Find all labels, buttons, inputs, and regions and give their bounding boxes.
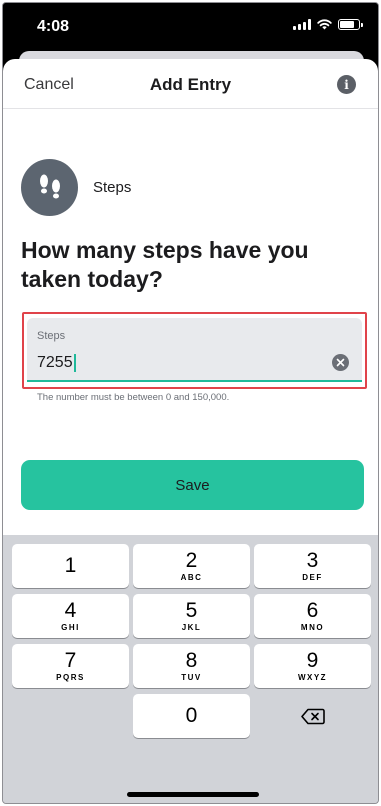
key-1[interactable]: 1 <box>12 544 129 588</box>
backspace-key[interactable] <box>254 694 371 738</box>
battery-icon <box>338 19 363 30</box>
backspace-icon <box>300 708 325 724</box>
clear-icon[interactable] <box>332 354 349 371</box>
key-2[interactable]: 2 ABC <box>133 544 250 588</box>
metric-avatar <box>21 159 78 216</box>
save-button[interactable]: Save <box>21 460 364 510</box>
key-8[interactable]: 8 TUV <box>133 644 250 688</box>
key-6[interactable]: 6 MNO <box>254 594 371 638</box>
add-entry-sheet: Cancel Add Entry i Steps How many steps … <box>3 59 378 803</box>
question-heading: How many steps have you taken today? <box>21 237 309 292</box>
numeric-keypad: 1 2 ABC 3 DEF 4 GHI 5 JKL 6 MNO 7 PQRS 8… <box>3 535 378 803</box>
phone-frame: 4:08 Cancel Add Entry i Steps How many s… <box>2 2 379 804</box>
key-7[interactable]: 7 PQRS <box>12 644 129 688</box>
key-5[interactable]: 5 JKL <box>133 594 250 638</box>
status-icons <box>293 19 363 30</box>
metric-header: Steps <box>21 159 131 216</box>
text-caret <box>74 354 76 372</box>
steps-input[interactable] <box>37 352 317 374</box>
steps-field-label: Steps <box>37 330 66 342</box>
cancel-button[interactable]: Cancel <box>24 76 74 94</box>
helper-text: The number must be between 0 and 150,000… <box>37 392 230 403</box>
key-3[interactable]: 3 DEF <box>254 544 371 588</box>
steps-field[interactable]: Steps <box>27 318 362 382</box>
key-0[interactable]: 0 <box>133 694 250 738</box>
nav-bar: Cancel Add Entry i <box>3 59 378 109</box>
status-bar: 4:08 <box>3 3 378 49</box>
status-time: 4:08 <box>37 18 70 35</box>
footprints-icon <box>39 174 60 198</box>
metric-label: Steps <box>93 179 132 196</box>
battery-level <box>340 21 354 28</box>
cellular-signal-icon <box>293 19 311 30</box>
home-indicator <box>127 792 259 797</box>
wifi-icon <box>317 19 332 30</box>
key-4[interactable]: 4 GHI <box>12 594 129 638</box>
info-icon[interactable]: i <box>337 75 356 94</box>
key-9[interactable]: 9 WXYZ <box>254 644 371 688</box>
